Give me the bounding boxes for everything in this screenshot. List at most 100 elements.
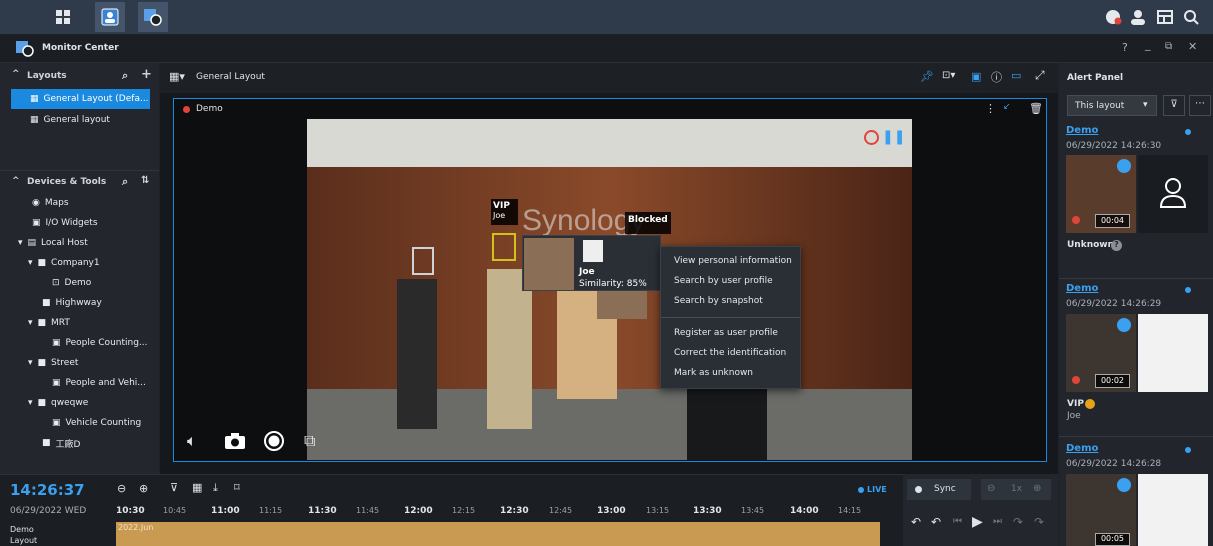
tree-item-highwway[interactable]: ■ Highwway [42, 293, 102, 313]
tree-item-local-host[interactable]: ▾ ▤ Local Host [18, 233, 88, 253]
record-button-icon[interactable] [263, 430, 285, 452]
expand-icon[interactable]: ▾ [28, 258, 33, 268]
face-box[interactable] [412, 247, 434, 275]
layouts-header[interactable]: ^ Layouts ⌕ + [0, 66, 159, 90]
live-button[interactable]: LIVE [867, 485, 887, 494]
expand-icon[interactable]: ▾ [28, 398, 33, 408]
speed-control[interactable]: ⊖ 1x ⊕ [981, 479, 1051, 500]
main-menu-icon[interactable] [48, 2, 78, 32]
help-icon[interactable]: ? [1122, 41, 1128, 54]
volume-icon[interactable]: 🔈︎ [187, 431, 197, 451]
layout-item[interactable]: ▦ General Layout (Defa... [11, 89, 150, 109]
tree-item-company1[interactable]: ▾ ■ Company1 [28, 253, 100, 273]
calendar-icon[interactable]: ▦ [192, 481, 202, 494]
window-icon[interactable]: ▭ [1011, 69, 1021, 82]
pin-icon[interactable]: 📌︎ [920, 70, 934, 83]
tree-item-maps[interactable]: ◉ Maps [32, 193, 69, 213]
layout-item[interactable]: ▦ General layout [11, 110, 110, 130]
tree-item-io-widgets[interactable]: ▣ I/O Widgets [32, 213, 98, 233]
help-icon[interactable]: ? [1111, 240, 1122, 251]
menu-mark-unknown[interactable]: Mark as unknown [674, 368, 753, 378]
menu-view-personal-info[interactable]: View personal information [674, 256, 792, 266]
speed-up-icon[interactable]: ⊕ [1033, 483, 1041, 494]
expand-icon[interactable]: ▾ [18, 238, 23, 248]
menu-correct-identification[interactable]: Correct the identification [674, 348, 786, 358]
monitor-center-app-icon[interactable] [138, 2, 168, 32]
pause-icon[interactable]: ❚❚ [882, 129, 905, 146]
next-icon[interactable]: ⏭︎ [993, 516, 1002, 527]
camera-mode-icon[interactable]: ⊡▾ [942, 70, 955, 81]
chevron-down-icon: ▾ [1143, 100, 1148, 110]
alert-source[interactable]: Demo [1066, 125, 1098, 136]
more-icon[interactable]: ⋮ [985, 102, 996, 115]
menu-search-by-profile[interactable]: Search by user profile [674, 276, 773, 286]
tree-item-people-vehicle[interactable]: ▣ People and Vehi... [52, 373, 146, 393]
tree-item-qweqwe[interactable]: ▾ ■ qweqwe [28, 393, 88, 413]
download-icon[interactable]: ⤓ [213, 481, 218, 495]
info-icon[interactable]: ⓘ [991, 69, 1002, 85]
monitor-center-icon [16, 41, 34, 57]
devices-header[interactable]: ^ Devices & Tools ⌕ ⇅ [0, 170, 159, 194]
skip-forward-10-icon[interactable]: ↷ [1013, 515, 1023, 529]
menu-register-profile[interactable]: Register as user profile [674, 328, 778, 338]
tree-item-street[interactable]: ▾ ■ Street [28, 353, 78, 373]
shrink-icon[interactable]: ↙ [1003, 102, 1011, 112]
expand-icon[interactable]: ▾ [28, 318, 33, 328]
window-title: Monitor Center [42, 43, 119, 53]
recording-track[interactable]: 2022.Jun [116, 522, 880, 546]
alert-source[interactable]: Demo [1066, 443, 1098, 454]
skip-back-10-icon[interactable]: ↶ [931, 515, 941, 529]
play-icon[interactable]: ▶ [972, 514, 983, 530]
tree-item-demo[interactable]: ⊡ Demo [52, 273, 91, 293]
match-popup: Joe Similarity: 85% [522, 235, 661, 291]
unread-dot [1185, 287, 1191, 293]
video-feed[interactable]: Synology ❚❚ VIP Joe Blocked Joe Similari… [307, 119, 912, 460]
close-icon[interactable]: ✕ [1188, 40, 1197, 53]
expand-icon[interactable]: ▾ [28, 358, 33, 368]
image-icon[interactable]: ▣ [971, 70, 981, 83]
zoom-in-icon[interactable]: ⊕ [139, 482, 148, 495]
collapse-icon[interactable]: ^ [12, 176, 20, 186]
face-recognition-badge-icon [1117, 478, 1131, 492]
server-icon: ▤ [27, 238, 37, 248]
fullscreen-icon[interactable]: ⤢ [1035, 68, 1045, 83]
user-icon[interactable] [1123, 2, 1153, 32]
snapshot-icon[interactable] [224, 432, 246, 450]
alert-source[interactable]: Demo [1066, 283, 1098, 294]
user-app-icon[interactable] [95, 2, 125, 32]
face-box-vip[interactable] [492, 233, 516, 261]
filter-icon[interactable]: ⊽ [1163, 95, 1185, 116]
speed-down-icon[interactable]: ⊖ [987, 483, 995, 494]
menu-search-by-snapshot[interactable]: Search by snapshot [674, 296, 763, 306]
tree-item-people-counting[interactable]: ▣ People Counting... [52, 333, 148, 353]
tree-item-vehicle-counting[interactable]: ▣ Vehicle Counting [52, 413, 141, 433]
delete-icon[interactable]: 🗑︎ [1029, 102, 1043, 115]
previous-icon[interactable]: ⏮︎ [953, 516, 962, 527]
search-devices-icon[interactable]: ⌕ [122, 175, 128, 189]
more-options-icon[interactable]: ⋯ [1189, 95, 1211, 116]
digital-zoom-icon[interactable]: ⧉ [304, 431, 315, 451]
search-layouts-icon[interactable]: ⌕ [122, 69, 128, 83]
sync-button[interactable]: Sync [907, 479, 971, 500]
collapse-icon[interactable]: ^ [12, 69, 20, 79]
minimize-icon[interactable]: _ [1145, 38, 1151, 51]
add-layout-icon[interactable]: + [141, 67, 152, 82]
zoom-out-icon[interactable]: ⊖ [117, 482, 126, 495]
tree-item-factory-d[interactable]: ■ 工廠D [42, 433, 80, 453]
alert-label: Unknown [1067, 240, 1115, 250]
bookmark-icon[interactable]: ⌑ [234, 481, 240, 494]
filter-icon[interactable]: ⊽ [170, 481, 178, 494]
alert-panel: Alert Panel This layout ▾ ⊽ ⋯ Demo 06/29… [1059, 63, 1213, 546]
tree-item-mrt[interactable]: ▾ ■ MRT [28, 313, 70, 333]
alert-filter-select[interactable]: This layout ▾ [1067, 95, 1157, 116]
rewind-icon[interactable]: ↶ [911, 515, 921, 529]
sort-icon[interactable]: ⇅ [141, 175, 149, 186]
search-icon[interactable] [1176, 2, 1206, 32]
vip-badge-icon [1085, 399, 1095, 409]
record-indicator-icon [864, 130, 879, 145]
unread-dot [1185, 447, 1191, 453]
restore-icon[interactable]: ⧉ [1165, 41, 1172, 52]
map-icon: ◉ [32, 198, 40, 208]
fast-forward-icon[interactable]: ↷ [1034, 515, 1044, 529]
layout-grid-icon[interactable]: ▦▾ [169, 70, 185, 83]
